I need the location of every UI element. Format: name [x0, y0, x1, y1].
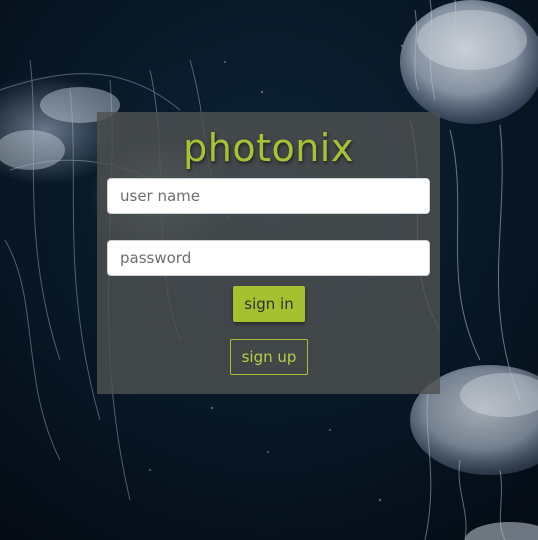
username-input[interactable]	[107, 178, 430, 214]
sign-in-button[interactable]: sign in	[233, 286, 305, 322]
app-logo: photonix	[183, 126, 354, 170]
password-input[interactable]	[107, 240, 430, 276]
login-card: photonix sign in sign up	[97, 112, 440, 394]
sign-up-button[interactable]: sign up	[230, 339, 308, 375]
